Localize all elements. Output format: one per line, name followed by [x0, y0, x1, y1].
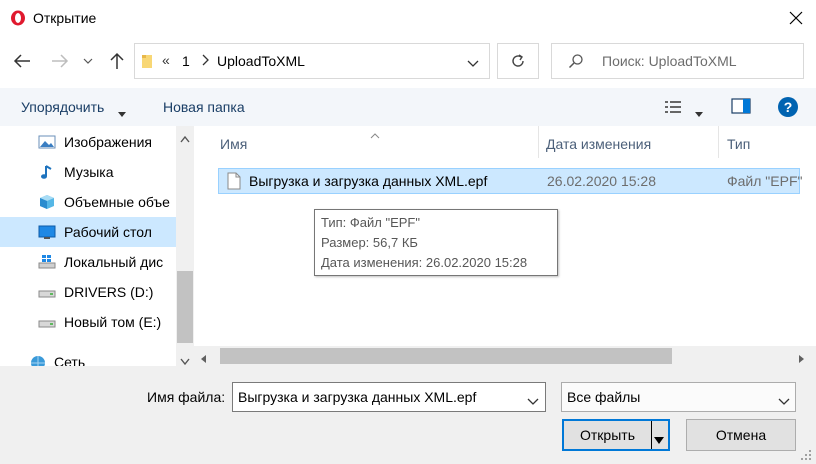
caret-down-icon[interactable]: [654, 431, 664, 447]
file-row[interactable]: Выгрузка и загрузка данных XML.epf 26.02…: [218, 168, 803, 194]
tooltip-date: Дата изменения: 26.02.2020 15:28: [321, 255, 528, 270]
close-icon: [789, 11, 803, 25]
scrollbar-thumb[interactable]: [220, 348, 672, 364]
up-button[interactable]: [103, 47, 131, 75]
sidebar-item-local-disk[interactable]: Локальный дис: [0, 247, 176, 277]
preview-pane-icon[interactable]: [731, 98, 751, 117]
forward-button[interactable]: [46, 47, 74, 75]
column-header-type[interactable]: Тип: [727, 136, 750, 152]
view-list-icon[interactable]: [664, 99, 682, 118]
refresh-icon: [512, 54, 524, 67]
title-bar: Открытие: [0, 0, 816, 38]
command-bar: Упорядочить Новая папка ?: [0, 88, 816, 126]
cancel-button[interactable]: Отмена: [686, 419, 796, 451]
file-date: 26.02.2020 15:28: [547, 173, 656, 189]
column-divider[interactable]: [718, 126, 719, 158]
refresh-button[interactable]: [497, 43, 539, 79]
column-divider[interactable]: [538, 126, 539, 158]
drive-icon: [38, 284, 56, 300]
back-button[interactable]: [8, 47, 36, 75]
scroll-right-icon[interactable]: [798, 351, 805, 367]
scroll-up-icon[interactable]: [180, 130, 190, 146]
chevron-down-icon: [778, 393, 790, 409]
recent-locations-button[interactable]: [78, 47, 98, 75]
address-bar[interactable]: « 1 UploadToXML: [134, 43, 490, 79]
horizontal-scrollbar[interactable]: [194, 346, 816, 366]
3d-objects-icon: [38, 194, 56, 210]
open-button[interactable]: Открыть: [562, 419, 670, 451]
opera-icon: [10, 10, 26, 26]
images-icon: [38, 134, 56, 150]
breadcrumb-item[interactable]: 1: [182, 53, 190, 69]
column-header-name[interactable]: Имя: [220, 136, 247, 152]
filename-label: Имя файла:: [147, 389, 226, 405]
file-type-filter[interactable]: Все файлы: [561, 382, 796, 412]
file-info-tooltip: Тип: Файл "EPF" Размер: 56,7 КБ Дата изм…: [314, 209, 558, 276]
sort-ascending-icon: [370, 126, 380, 142]
chevron-down-icon[interactable]: [467, 55, 479, 71]
breadcrumb-overflow[interactable]: «: [162, 52, 170, 68]
close-button[interactable]: [778, 2, 814, 34]
resize-grip-icon[interactable]: [800, 448, 812, 464]
arrow-up-icon: [110, 52, 124, 69]
dialog-footer: Имя файла: Выгрузка и загрузка данных XM…: [0, 366, 816, 464]
sidebar-item-music[interactable]: Музыка: [0, 157, 176, 187]
sidebar-item-new-volume-e[interactable]: Новый том (E:): [0, 307, 176, 337]
filename-field[interactable]: Выгрузка и загрузка данных XML.epf: [232, 382, 546, 412]
column-header-date[interactable]: Дата изменения: [546, 136, 651, 152]
search-input[interactable]: Поиск: UploadToXML: [602, 53, 737, 69]
sidebar-scrollbar[interactable]: [176, 126, 194, 368]
tooltip-type: Тип: Файл "EPF": [321, 215, 420, 230]
chevron-down-icon[interactable]: [527, 393, 539, 409]
help-icon[interactable]: ?: [777, 96, 799, 121]
sidebar-item-images[interactable]: Изображения: [0, 127, 176, 157]
drive-icon: [38, 314, 56, 330]
chevron-down-icon: [83, 58, 93, 64]
arrow-right-icon: [52, 54, 69, 68]
file-icon: [227, 172, 241, 193]
arrow-left-icon: [13, 54, 30, 68]
caret-down-icon[interactable]: [118, 104, 126, 120]
tooltip-size: Размер: 56,7 КБ: [321, 235, 418, 250]
search-icon: [568, 53, 584, 72]
file-type: Файл "EPF": [727, 173, 803, 189]
svg-text:?: ?: [784, 99, 793, 115]
filter-value: Все файлы: [567, 389, 641, 405]
organize-button[interactable]: Упорядочить: [21, 99, 104, 115]
breadcrumb-item[interactable]: UploadToXML: [217, 53, 305, 69]
file-name: Выгрузка и загрузка данных XML.epf: [249, 173, 488, 189]
chevron-right-icon[interactable]: [202, 53, 210, 70]
music-icon: [38, 164, 56, 180]
caret-down-icon[interactable]: [695, 104, 703, 120]
desktop-icon: [38, 224, 56, 240]
scroll-left-icon[interactable]: [200, 351, 207, 367]
scrollbar-thumb[interactable]: [177, 271, 193, 343]
new-folder-button[interactable]: Новая папка: [163, 99, 245, 115]
sidebar-item-drivers-d[interactable]: DRIVERS (D:): [0, 277, 176, 307]
navigation-pane: Изображения Музыка Объемные объе Рабочий…: [0, 126, 176, 368]
folder-icon: [141, 53, 155, 72]
sidebar-item-desktop[interactable]: Рабочий стол: [0, 217, 176, 247]
sidebar-item-3d-objects[interactable]: Объемные объе: [0, 187, 176, 217]
window-title: Открытие: [33, 10, 97, 26]
filename-input[interactable]: Выгрузка и загрузка данных XML.epf: [238, 389, 476, 405]
search-field[interactable]: Поиск: UploadToXML: [551, 43, 804, 79]
sidebar-item-network[interactable]: Сеть: [0, 347, 176, 368]
windows-drive-icon: [38, 254, 56, 270]
open-button-label[interactable]: Открыть: [564, 421, 652, 449]
